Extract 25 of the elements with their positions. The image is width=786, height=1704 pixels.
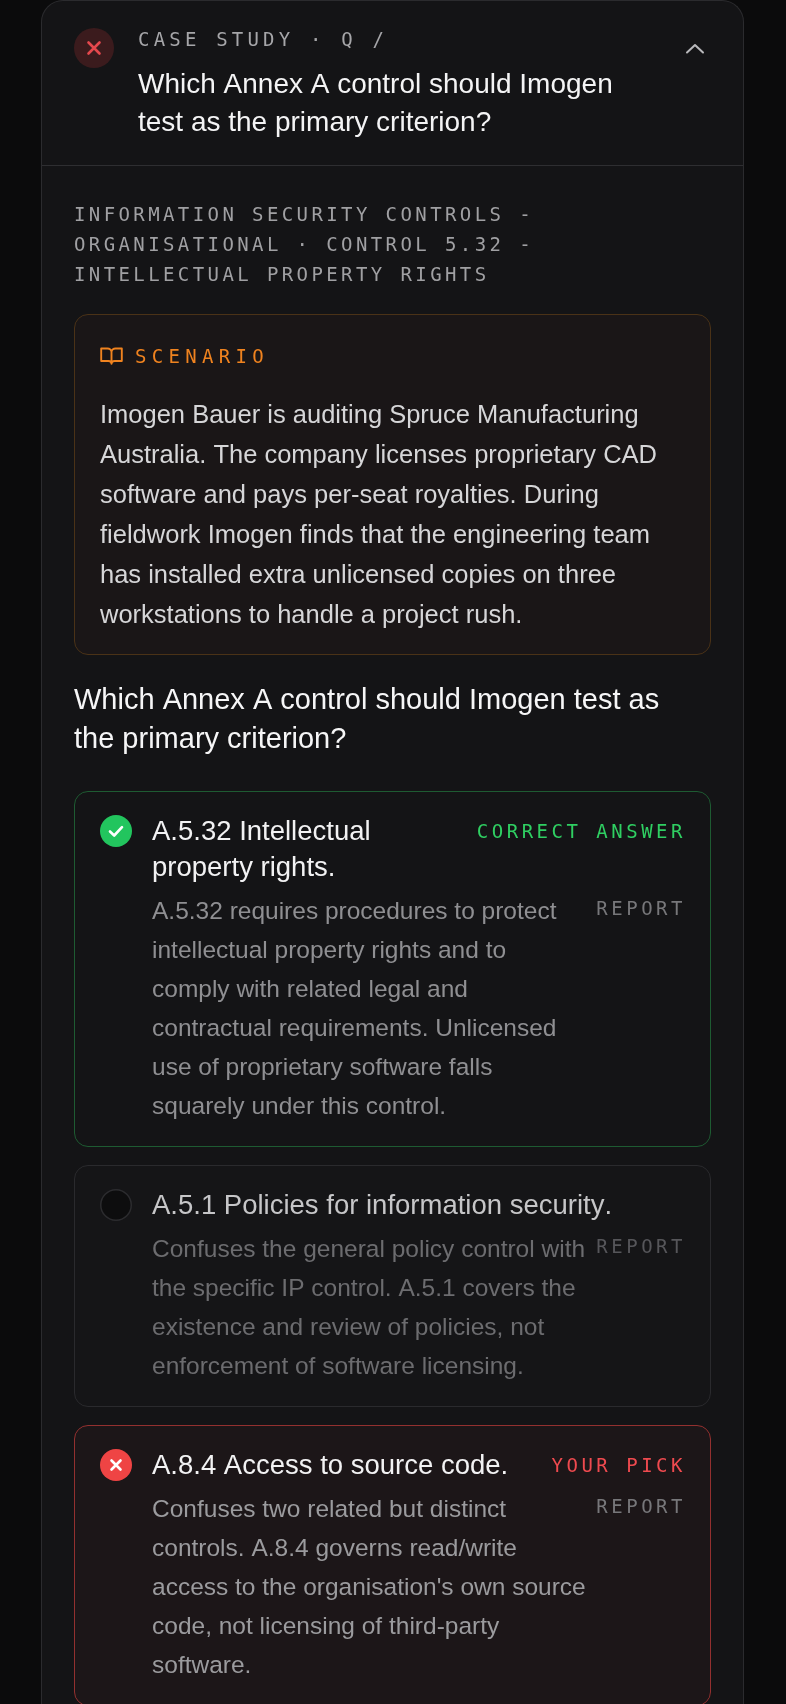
case-study-label: CASE STUDY · Q / [138, 28, 390, 50]
option-title: A.5.32 Intellectual property rights. [152, 814, 372, 884]
option-explanation: A.5.32 requires procedures to protect intellectual property rights and to comply with related legal and contractual requirements. Unlicensed use of proprietary software falls squarely under this control. [152, 896, 558, 1121]
report-button[interactable]: REPORT [596, 891, 686, 925]
book-icon [100, 347, 123, 365]
breadcrumb-text: INFORMATION SECURITY CONTROLS - ORGANISATIONAL · CONTROL 5.32 - INTELLECTUAL PROPERTY RIGHTS [74, 202, 535, 287]
answer-option[interactable] [74, 791, 711, 1147]
option-title: A.5.1 Policies for information security. [152, 1188, 614, 1222]
report-button[interactable]: REPORT [596, 1229, 686, 1263]
option-explanation: Confuses two related but distinct controls. A.8.4 governs read/write access to the organisation's own source code, not licensing of third-party software. [152, 1494, 586, 1680]
option-explanation: Confuses the general policy control with the specific IP control. A.5.1 covers the existence and review of policies, not enforcement of software licensing. [152, 1234, 586, 1381]
answer-option[interactable] [74, 1165, 711, 1407]
scenario-text: Imogen Bauer is auditing Spruce Manufacturing Australia. The company licenses proprietary CAD software and pays per-seat royalties. During fieldwork Imogen finds that the engineering team has installed extra unlicensed copies on three workstations to handle a project rush. [100, 399, 658, 630]
chevron-up-icon [685, 42, 705, 54]
check-circle-icon [100, 815, 132, 847]
option-title: A.8.4 Access to source code. [152, 1448, 510, 1482]
question-text: Which Annex A control should Imogen test as the primary criterion? [74, 682, 661, 756]
scenario-label: SCENARIO [135, 344, 269, 368]
cross-circle-icon [100, 1449, 132, 1481]
report-button[interactable]: REPORT [596, 1489, 686, 1523]
answer-option[interactable]: A.8.4 Access to source code. YOUR PICK Confuses two related but distinct controls. A.8.4 governs read/write access to the organisation's own source code, not licensing of third-party software. REPORT [74, 1425, 711, 1704]
status-label: YOUR PICK [551, 1453, 686, 1478]
question-title: Which Annex A control should Imogen test as the primary criterion? [138, 67, 614, 139]
empty-circle-icon [100, 1189, 132, 1221]
status-label: CORRECT ANSWER [476, 819, 686, 844]
